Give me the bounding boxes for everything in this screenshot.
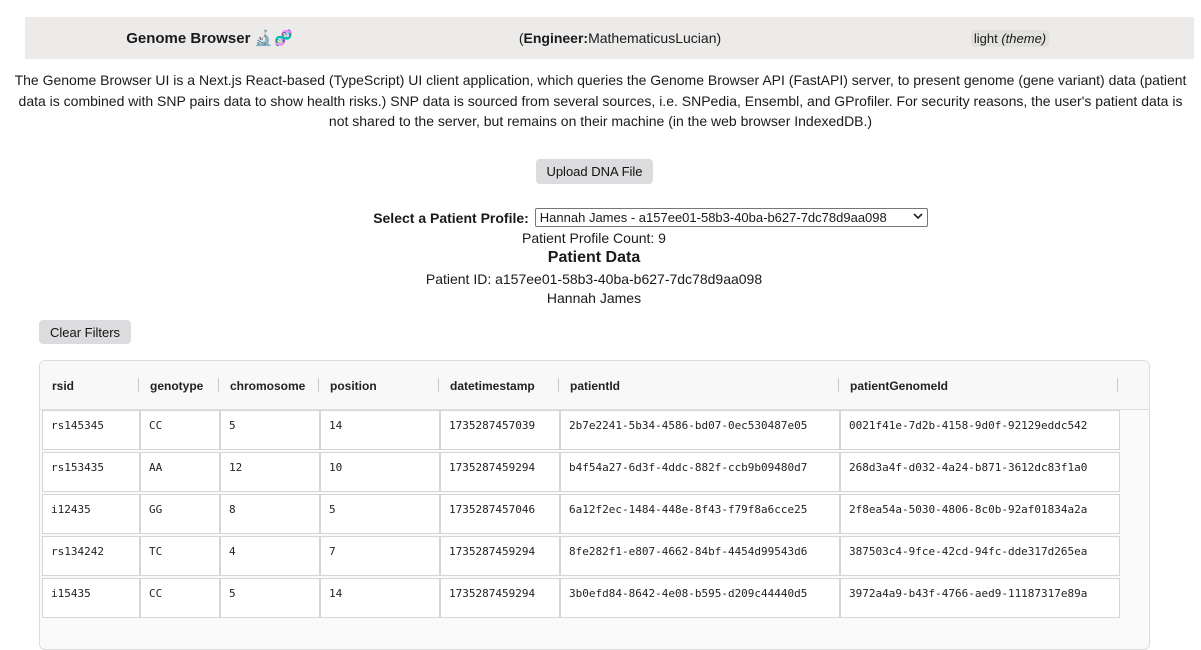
snp-data-grid: rsid genotype chromosome position datetimest… [39, 360, 1150, 650]
table-row[interactable]: i12435 GG 8 5 1735287457046 6a12f2ec-1484-448… [42, 494, 1120, 534]
column-resize-handle[interactable] [438, 378, 439, 392]
upload-dna-file-button[interactable]: Upload DNA File [536, 159, 653, 184]
table-row[interactable]: rs145345 CC 5 14 1735287457039 2b7e2241-5b34-… [42, 410, 1120, 450]
table-row[interactable]: i15435 CC 5 14 1735287459294 3b0efd84-8642-4e… [42, 578, 1120, 618]
cell-chromosome[interactable]: 8 [220, 494, 320, 534]
engineer-credit: (Engineer:MathematicusLucian) [495, 30, 745, 46]
engineer-name: MathematicusLucian [588, 30, 717, 46]
column-resize-handle[interactable] [318, 378, 319, 392]
column-header-patientid[interactable]: patientId [570, 379, 620, 393]
column-header-rsid[interactable]: rsid [52, 379, 74, 393]
patient-name: Hannah James [546, 290, 642, 306]
table-row[interactable]: rs153435 AA 12 10 1735287459294 b4f54a27-6d3f… [42, 452, 1120, 492]
cell-datetimestamp[interactable]: 1735287459294 [440, 578, 560, 618]
patient-profile-count: Patient Profile Count: 9 [522, 230, 666, 246]
patient-id-text: Patient ID: a157ee01-58b3-40ba-b627-7dc7… [425, 271, 763, 287]
column-resize-handle[interactable] [838, 378, 839, 392]
cell-position[interactable]: 14 [320, 578, 440, 618]
cell-rsid[interactable]: rs145345 [42, 410, 140, 450]
patient-profile-selector: Select a Patient Profile: Hannah James -… [0, 208, 1201, 227]
patient-profile-select[interactable]: Hannah James - a157ee01-58b3-40ba-b627-7… [534, 208, 928, 227]
cell-patientid[interactable]: b4f54a27-6d3f-4ddc-882f-ccb9b09480d7 [560, 452, 840, 492]
engineer-close-paren: ) [716, 30, 722, 46]
column-resize-handle[interactable] [1117, 378, 1118, 392]
cell-genotype[interactable]: CC [140, 578, 220, 618]
microscope-dna-icon: 🔬🧬 [254, 30, 294, 47]
cell-position[interactable]: 14 [320, 410, 440, 450]
cell-patientgenomeid[interactable]: 387503c4-9fce-42cd-94fc-dde317d265ea [840, 536, 1120, 576]
cell-rsid[interactable]: i12435 [42, 494, 140, 534]
column-resize-handle[interactable] [138, 378, 139, 392]
column-header-patientgenomeid[interactable]: patientGenomeId [850, 379, 948, 393]
theme-indicator[interactable]: light (theme) [970, 29, 1050, 47]
cell-patientgenomeid[interactable]: 2f8ea54a-5030-4806-8c0b-92af01834a2a [840, 494, 1120, 534]
cell-genotype[interactable]: AA [140, 452, 220, 492]
patient-profile-selected-value: Hannah James - a157ee01-58b3-40ba-b627-7… [539, 210, 887, 225]
cell-chromosome[interactable]: 5 [220, 578, 320, 618]
cell-chromosome[interactable]: 12 [220, 452, 320, 492]
cell-rsid[interactable]: i15435 [42, 578, 140, 618]
patient-profile-label: Select a Patient Profile: [373, 209, 529, 226]
chevron-down-icon [913, 212, 923, 223]
cell-patientid[interactable]: 3b0efd84-8642-4e08-b595-d209c44440d5 [560, 578, 840, 618]
cell-datetimestamp[interactable]: 1735287457039 [440, 410, 560, 450]
theme-value: light [973, 30, 998, 46]
theme-label: (theme) [1001, 30, 1047, 46]
patient-data-heading: Patient Data [547, 249, 641, 266]
cell-datetimestamp[interactable]: 1735287459294 [440, 452, 560, 492]
app-header: Genome Browser 🔬🧬 (Engineer:Mathematicus… [25, 17, 1194, 59]
clear-filters-button[interactable]: Clear Filters [39, 320, 131, 344]
column-header-position[interactable]: position [330, 379, 377, 393]
cell-datetimestamp[interactable]: 1735287459294 [440, 536, 560, 576]
theme-toggle[interactable]: light (theme) [910, 29, 1110, 47]
grid-header: rsid genotype chromosome position datetimest… [40, 361, 1149, 410]
cell-chromosome[interactable]: 5 [220, 410, 320, 450]
cell-patientgenomeid[interactable]: 3972a4a9-b43f-4766-aed9-11187317e89a [840, 578, 1120, 618]
cell-rsid[interactable]: rs153435 [42, 452, 140, 492]
cell-position[interactable]: 5 [320, 494, 440, 534]
column-header-chromosome[interactable]: chromosome [230, 379, 305, 393]
column-header-datetimestamp[interactable]: datetimestamp [450, 379, 535, 393]
cell-patientid[interactable]: 2b7e2241-5b34-4586-bd07-0ec530487e05 [560, 410, 840, 450]
cell-chromosome[interactable]: 4 [220, 536, 320, 576]
app-title: Genome Browser 🔬🧬 [25, 29, 395, 48]
app-description: The Genome Browser UI is a Next.js React… [14, 72, 1187, 129]
cell-genotype[interactable]: TC [140, 536, 220, 576]
app-title-text: Genome Browser [126, 29, 251, 47]
cell-patientgenomeid[interactable]: 0021f41e-7d2b-4158-9d0f-92129eddc542 [840, 410, 1120, 450]
table-row[interactable]: rs134242 TC 4 7 1735287459294 8fe282f1-e807-4… [42, 536, 1120, 576]
column-header-genotype[interactable]: genotype [150, 379, 203, 393]
cell-patientgenomeid[interactable]: 268d3a4f-d032-4a24-b871-3612dc83f1a0 [840, 452, 1120, 492]
cell-genotype[interactable]: GG [140, 494, 220, 534]
cell-position[interactable]: 7 [320, 536, 440, 576]
engineer-label: Engineer: [523, 30, 589, 46]
cell-genotype[interactable]: CC [140, 410, 220, 450]
cell-position[interactable]: 10 [320, 452, 440, 492]
cell-datetimestamp[interactable]: 1735287457046 [440, 494, 560, 534]
column-resize-handle[interactable] [558, 378, 559, 392]
cell-patientid[interactable]: 6a12f2ec-1484-448e-8f43-f79f8a6cce25 [560, 494, 840, 534]
cell-patientid[interactable]: 8fe282f1-e807-4662-84bf-4454d99543d6 [560, 536, 840, 576]
column-resize-handle[interactable] [218, 378, 219, 392]
cell-rsid[interactable]: rs134242 [42, 536, 140, 576]
